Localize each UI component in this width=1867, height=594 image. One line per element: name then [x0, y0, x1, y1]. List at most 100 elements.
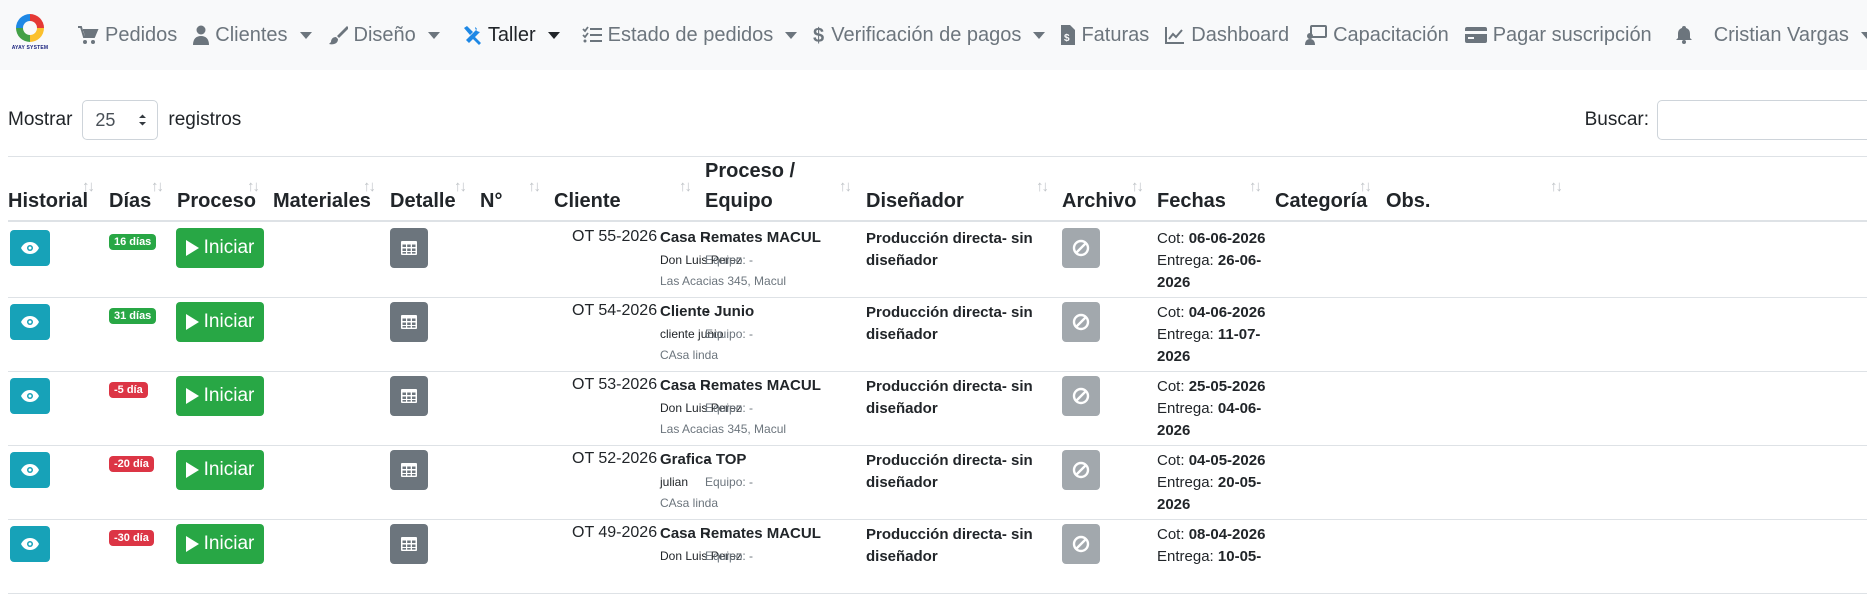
designer-value: Producción directa- sin diseñador: [866, 230, 1033, 269]
history-view-button[interactable]: [10, 526, 50, 562]
days-badge: 31 días: [109, 308, 157, 324]
column-header-fechas[interactable]: Fechas: [1157, 186, 1226, 216]
detail-button[interactable]: [390, 376, 428, 416]
search-input[interactable]: [1657, 100, 1867, 140]
file-button[interactable]: [1062, 524, 1100, 564]
quote-date: 08-04-2026: [1188, 526, 1266, 543]
quote-date-label: Cot:: [1157, 230, 1185, 247]
nav-item-pagar-suscripci-n[interactable]: Pagar suscripción: [1464, 0, 1652, 70]
designer-value: Producción directa- sin diseñador: [866, 378, 1033, 417]
nav-item-verificaci-n-de-pagos[interactable]: $ Verificación de pagos: [813, 0, 1046, 70]
nav-label: Pedidos: [105, 23, 178, 46]
start-process-button[interactable]: Iniciar: [176, 228, 264, 268]
column-header-archivo[interactable]: Archivo: [1062, 186, 1136, 216]
column-header-obs-[interactable]: Obs.: [1386, 186, 1430, 216]
column-header-materiales[interactable]: Materiales: [273, 186, 371, 216]
dates-cell: Cot: 04-05-2026 Entrega: 20-05-2026: [1157, 450, 1282, 516]
sort-arrows-icon[interactable]: ↑↓: [151, 178, 164, 195]
nav-label: Estado de pedidos: [607, 23, 774, 46]
nav-item-notifications[interactable]: [1675, 0, 1698, 70]
start-process-button[interactable]: Iniciar: [176, 524, 264, 564]
nav-label: Clientes: [215, 23, 288, 46]
paintbrush-icon: [328, 25, 348, 45]
file-button[interactable]: [1062, 228, 1100, 268]
play-icon: [185, 388, 199, 404]
column-header-dise-ador[interactable]: Diseñador: [866, 186, 964, 216]
nav-item-taller[interactable]: Taller: [462, 0, 560, 70]
designer-value: Producción directa- sin diseñador: [866, 304, 1033, 343]
sort-arrows-icon[interactable]: ↑↓: [679, 178, 692, 195]
table-icon: [401, 241, 417, 255]
sort-arrows-icon[interactable]: ↑↓: [528, 178, 541, 195]
play-icon: [185, 536, 199, 552]
table-icon: [401, 537, 417, 551]
nav-item-dise-o[interactable]: Diseño: [328, 0, 440, 70]
nav-item-pedidos[interactable]: Pedidos: [77, 0, 177, 70]
page-size-select[interactable]: 25: [82, 100, 159, 140]
table-row: -5 día Iniciar OT 53-2026 Casa Remates MACU…: [8, 372, 1867, 446]
column-header-proceso[interactable]: Proceso: [177, 186, 256, 216]
column-header-cliente[interactable]: Cliente: [554, 186, 621, 216]
column-header-proceso-[interactable]: Proceso / Equipo: [705, 156, 795, 216]
history-view-button[interactable]: [10, 230, 50, 266]
sort-arrows-icon[interactable]: ↑↓: [1550, 178, 1563, 195]
search-control: Buscar:: [1585, 100, 1867, 140]
nav-item-estado-de-pedidos[interactable]: Estado de pedidos: [581, 0, 798, 70]
play-icon: [185, 462, 199, 478]
quote-date-label: Cot:: [1157, 378, 1185, 395]
file-button[interactable]: [1062, 376, 1100, 416]
eye-icon: [21, 464, 39, 476]
column-header-n-[interactable]: N°: [480, 186, 502, 216]
history-view-button[interactable]: [10, 452, 50, 488]
brand-logo[interactable]: AYAY SYSTEM: [10, 14, 48, 58]
designer-value: Producción directa- sin diseñador: [866, 526, 1033, 565]
quote-date-label: Cot:: [1157, 526, 1185, 543]
cart-icon: [77, 25, 99, 45]
start-process-button[interactable]: Iniciar: [176, 302, 264, 342]
designer-value: Producción directa- sin diseñador: [866, 452, 1033, 491]
table-row: 16 días Iniciar OT 55-2026 Casa Remates MAC…: [8, 224, 1867, 298]
history-view-button[interactable]: [10, 304, 50, 340]
process-cell: - Equipo: -: [705, 376, 753, 416]
sort-arrows-icon[interactable]: ↑↓: [247, 178, 260, 195]
delivery-date-label: Entrega:: [1157, 400, 1214, 417]
file-button[interactable]: [1062, 450, 1100, 490]
sort-arrows-icon[interactable]: ↑↓: [454, 178, 467, 195]
detail-button[interactable]: [390, 450, 428, 490]
play-icon: [185, 240, 199, 256]
column-header-d-as[interactable]: Días: [109, 186, 151, 216]
column-header-categor-a[interactable]: Categoría: [1275, 186, 1367, 216]
eye-icon: [21, 538, 39, 550]
sort-arrows-icon[interactable]: ↑↓: [82, 178, 95, 195]
detail-button[interactable]: [390, 524, 428, 564]
sort-arrows-icon[interactable]: ↑↓: [1131, 178, 1144, 195]
dates-cell: Cot: 25-05-2026 Entrega: 04-06-2026: [1157, 376, 1282, 442]
sort-arrows-icon[interactable]: ↑↓: [1036, 178, 1049, 195]
start-process-button[interactable]: Iniciar: [176, 376, 264, 416]
nav-label: Faturas: [1081, 23, 1150, 46]
column-header-detalle[interactable]: Detalle: [390, 186, 456, 216]
table-header: Historial ↑↓ Días ↑↓ Proceso ↑↓ Materiales ↑↓ De…: [8, 156, 1867, 222]
detail-button[interactable]: [390, 228, 428, 268]
nav-item-cristian-vargas[interactable]: Cristian Vargas: [1714, 0, 1867, 70]
sort-arrows-icon[interactable]: ↑↓: [1249, 178, 1262, 195]
nav-item-clientes[interactable]: Clientes: [193, 0, 312, 70]
table-icon: [401, 315, 417, 329]
caret-down-icon: [547, 31, 560, 39]
file-button[interactable]: [1062, 302, 1100, 342]
history-view-button[interactable]: [10, 378, 50, 414]
nav-item-dashboard[interactable]: Dashboard: [1165, 0, 1289, 70]
sort-arrows-icon[interactable]: ↑↓: [839, 178, 852, 195]
days-badge: -30 día: [109, 530, 154, 546]
sort-arrows-icon[interactable]: ↑↓: [1359, 178, 1372, 195]
nav-item-faturas[interactable]: $ Faturas: [1061, 0, 1149, 70]
dollar-icon: $: [813, 24, 825, 46]
client-address: Las Acacias 345, Macul: [660, 274, 787, 288]
sort-arrows-icon[interactable]: ↑↓: [363, 178, 376, 195]
detail-button[interactable]: [390, 302, 428, 342]
process-cell: - Equipo: -: [705, 524, 753, 564]
nav-item-capacitaci-n[interactable]: Capacitación: [1305, 0, 1449, 70]
start-process-button[interactable]: Iniciar: [176, 450, 264, 490]
page-size-value: 25: [95, 109, 116, 130]
column-header-historial[interactable]: Historial: [8, 186, 88, 216]
